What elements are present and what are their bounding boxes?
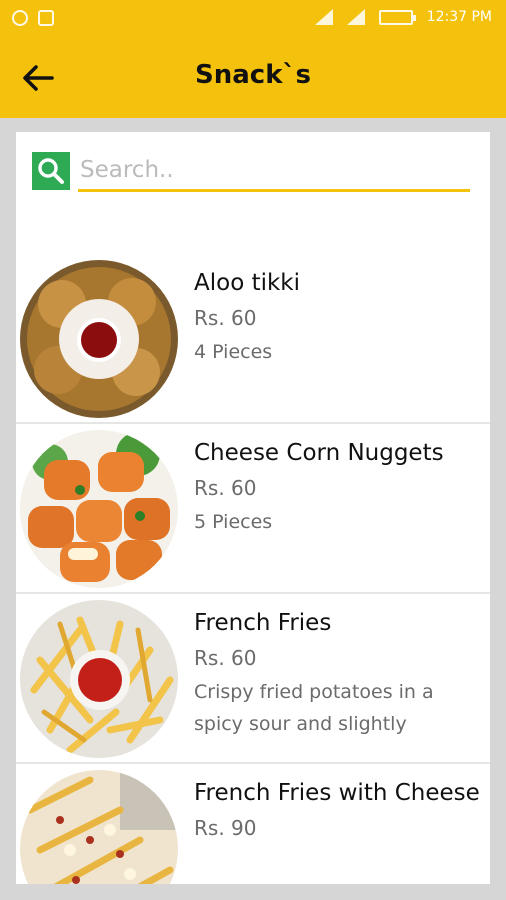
item-price: Rs. 60 [194,306,257,330]
message-notification-icon [38,10,54,26]
snack-list: Aloo tikki Rs. 60 4 Pieces Cheese Corn N… [16,254,490,884]
list-item[interactable]: French Fries Rs. 60 Crispy fried potatoe… [16,594,490,764]
list-item[interactable]: Cheese Corn Nuggets Rs. 60 5 Pieces [16,424,490,594]
app-bar: Snack`s [0,38,506,118]
french-fries-image [20,600,178,758]
snack-list-card: Aloo tikki Rs. 60 4 Pieces [16,132,490,884]
list-item[interactable]: French Fries with Cheese Rs. 90 [16,764,490,884]
search-bar [32,150,470,196]
french-fries-with-cheese-image [20,770,178,884]
status-bar: 12:37 PM [0,0,506,38]
battery-icon [378,9,416,25]
item-price: Rs. 60 [194,476,257,500]
item-name: Cheese Corn Nuggets [194,440,444,466]
status-time: 12:37 PM [426,9,492,25]
cheese-corn-nuggets-image [20,430,178,588]
item-description: 4 Pieces [194,341,273,363]
search-input[interactable] [78,150,470,192]
item-name: French Fries with Cheese [194,780,480,806]
aloo-tikki-image [20,260,178,418]
item-price: Rs. 60 [194,646,257,670]
item-name: French Fries [194,610,332,636]
item-name: Aloo tikki [194,270,301,296]
search-icon[interactable] [32,152,70,190]
page-title: Snack`s [195,60,311,90]
item-description: 5 Pieces [194,511,273,533]
item-description: Crispy fried potatoes in a spicy sour an… [194,681,434,735]
list-item[interactable]: Aloo tikki Rs. 60 4 Pieces [16,254,490,424]
item-price: Rs. 90 [194,816,257,840]
whatsapp-notification-icon [12,10,28,26]
wifi-signal-icon [314,9,333,25]
cell-signal-icon [346,9,365,25]
